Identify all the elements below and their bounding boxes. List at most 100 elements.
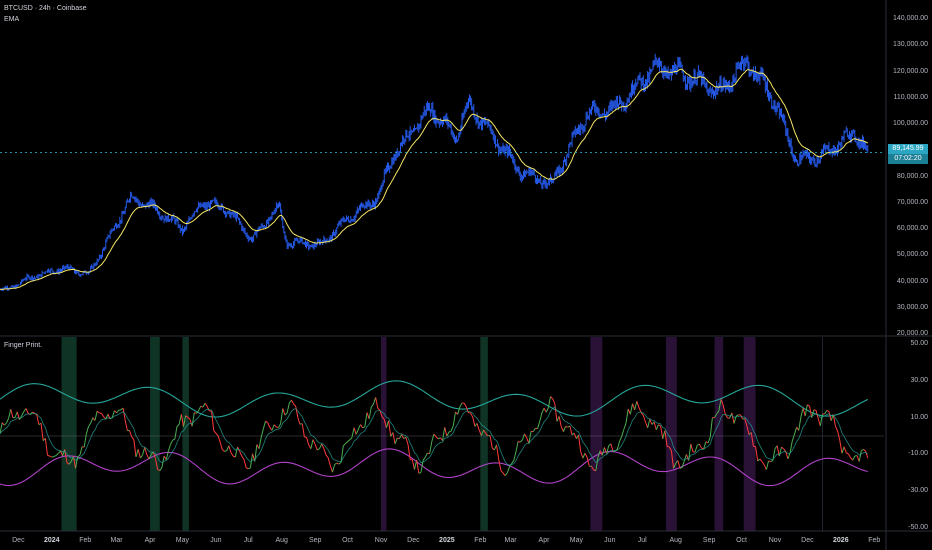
oscillator-segment [14, 411, 18, 418]
oscillator-segment [135, 449, 139, 458]
oscillator-segment [282, 408, 286, 416]
oscillator-segment [241, 455, 245, 460]
oscillator-segment [846, 452, 849, 455]
oscillator-segment [124, 420, 128, 431]
oscillator-segment [694, 445, 698, 453]
oscillator-segment [345, 441, 348, 445]
oscillator-segment [262, 421, 267, 429]
oscillator-segment [122, 407, 126, 421]
oscillator-segment [496, 444, 500, 460]
oscillator-segment [843, 446, 847, 454]
oscillator-segment [444, 427, 448, 437]
oscillator-segment [116, 409, 120, 414]
oscillator-segment [841, 446, 845, 454]
oscillator-segment [8, 409, 12, 419]
oscillator-segment [731, 412, 735, 424]
oscillator-segment [515, 441, 519, 453]
price-candles [0, 53, 869, 292]
oscillator-segment [178, 414, 182, 425]
oscillator-segment [847, 453, 851, 459]
oscillator-segment [834, 426, 839, 432]
ema-legend[interactable]: EMA [4, 15, 19, 24]
oscillator-segment [94, 410, 98, 421]
highlight-band [714, 337, 724, 531]
time-tick: Nov [374, 537, 388, 544]
oscillator-segment [457, 406, 461, 415]
oscillator-segment [722, 405, 726, 415]
oscillator-segment [826, 409, 830, 412]
oscillator-segment [288, 399, 292, 404]
oscillator-segment [174, 426, 178, 440]
oscillator-segment [319, 443, 323, 449]
oscillator-segment [625, 408, 629, 424]
oscillator-segment [634, 401, 638, 410]
oscillator-segment [239, 451, 243, 457]
oscillator-tick: -10.00 [908, 450, 928, 458]
oscillator-segment [601, 447, 605, 456]
oscillator-segment [202, 402, 206, 408]
oscillator-segment [176, 423, 180, 427]
oscillator-segment [40, 423, 44, 441]
oscillator-segment [172, 438, 176, 441]
oscillator-segment [550, 396, 554, 400]
highlight-bands [61, 337, 756, 531]
time-tick: Oct [342, 537, 353, 544]
oscillator-segment [362, 426, 366, 429]
oscillator-segment [837, 430, 841, 441]
oscillator-segment [424, 452, 428, 458]
time-tick: Sep [702, 537, 716, 544]
oscillator-segment [327, 457, 331, 466]
oscillator [0, 380, 869, 487]
time-tick: Mar [504, 537, 517, 544]
oscillator-tick: 50.00 [910, 340, 928, 347]
oscillator-segment [543, 407, 547, 413]
oscillator-segment [632, 403, 636, 410]
oscillator-segment [6, 417, 10, 424]
oscillator-segment [47, 454, 50, 457]
oscillator-segment [798, 416, 802, 431]
oscillator-tick: -50.00 [908, 524, 928, 531]
oscillator-segment [800, 408, 804, 418]
time-tick: May [175, 537, 190, 544]
oscillator-segment [222, 449, 225, 452]
time-tick: Jul [637, 537, 647, 544]
oscillator-segment [476, 423, 480, 431]
oscillator-segment [433, 433, 437, 438]
oscillator-segment [226, 445, 230, 451]
oscillator-segment [735, 414, 739, 417]
oscillator-tick: 10.00 [910, 413, 928, 421]
oscillator-segment [565, 425, 568, 428]
ema-line [0, 68, 869, 291]
oscillator-segment [280, 408, 284, 424]
oscillator-segment [569, 425, 573, 435]
chart-canvas[interactable] [0, 0, 932, 550]
oscillator-segment [755, 446, 759, 462]
oscillator-segment [541, 407, 545, 414]
oscillator-segment [858, 450, 862, 462]
time-tick: May [569, 537, 583, 544]
time-tick: 2024 [44, 537, 60, 544]
oscillator-segment [770, 460, 774, 463]
oscillator-segment [206, 406, 210, 412]
oscillator-segment [338, 461, 342, 465]
oscillator-segment [437, 437, 441, 440]
time-tick: Aug [669, 537, 682, 544]
oscillator-segment [90, 417, 94, 424]
oscillator-segment [513, 451, 517, 461]
oscillator-segment [658, 424, 661, 427]
oscillator-segment [137, 449, 141, 459]
countdown-tag: 07:02:20 [888, 153, 928, 164]
time-tick: Aug [275, 537, 288, 544]
oscillator-segment [521, 433, 526, 441]
oscillator-segment [25, 408, 29, 414]
oscillator-segment [506, 466, 510, 474]
oscillator-segment [429, 441, 433, 454]
highlight-band [381, 337, 387, 531]
oscillator-segment [372, 397, 377, 405]
oscillator-segment [768, 460, 771, 463]
price-tick: 40,000.00 [896, 277, 928, 285]
oscillator-legend[interactable]: Finger Print. [4, 341, 42, 350]
symbol-title[interactable]: BTCUSD · 24h · Coinbase [4, 4, 86, 13]
oscillator-segment [271, 424, 275, 431]
oscillator-segment [697, 443, 700, 446]
